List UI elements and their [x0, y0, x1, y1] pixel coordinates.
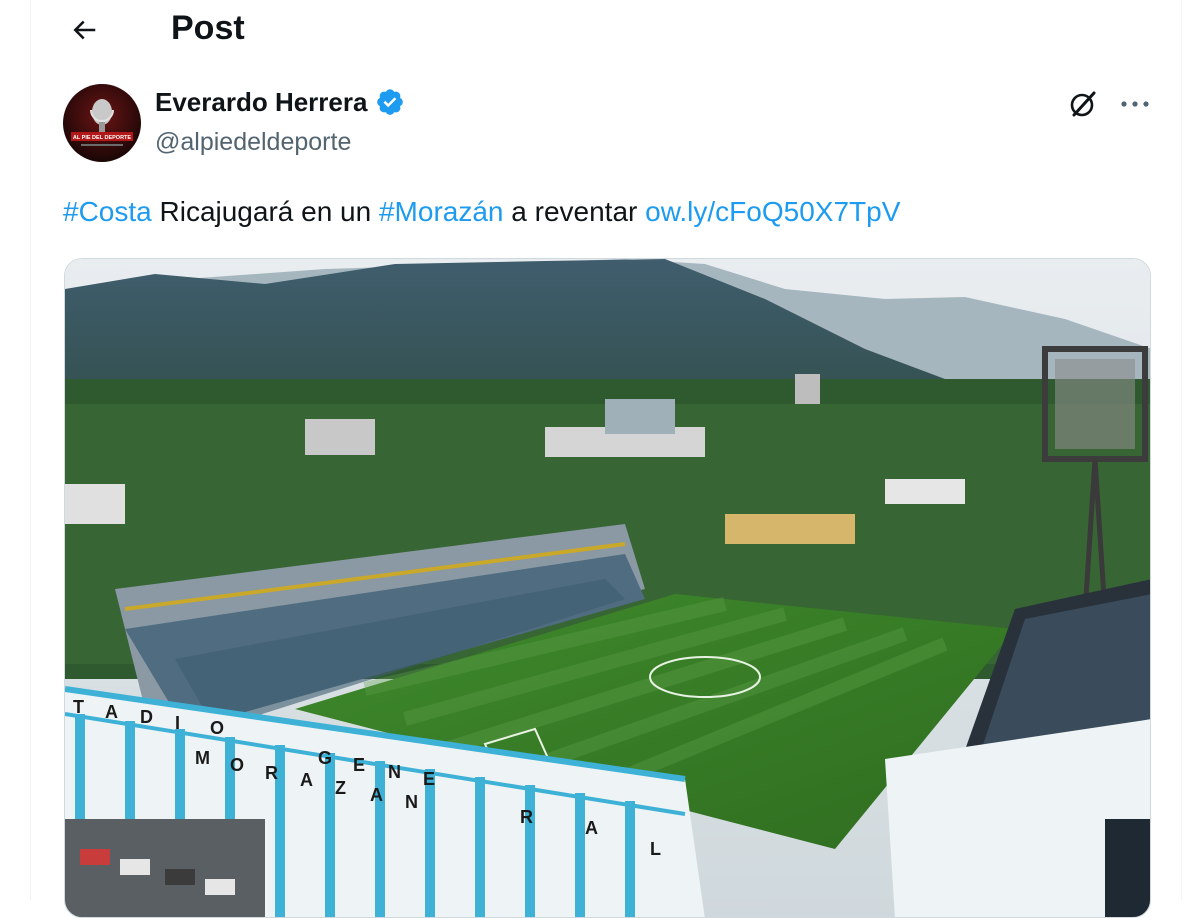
back-button[interactable] — [67, 13, 101, 47]
stadium-aerial-photo: T A D I O M O R A Z A N G E N E R A L — [65, 259, 1150, 917]
author-name-row: Everardo Herrera — [155, 86, 405, 118]
stadium-letter: R — [520, 807, 533, 827]
stadium-letter: N — [405, 792, 418, 812]
stadium-letter: M — [195, 748, 210, 768]
post-media-photo[interactable]: T A D I O M O R A Z A N G E N E R A L — [64, 258, 1151, 918]
stadium-letter: L — [650, 839, 661, 859]
post-link[interactable]: ow.ly/cFoQ50X7TpV — [645, 196, 900, 227]
page-title: Post — [171, 9, 245, 47]
grok-icon — [1070, 91, 1096, 117]
stadium-letter: O — [210, 718, 224, 738]
grok-button[interactable] — [1065, 86, 1101, 122]
avatar-image: AL PIE DEL DEPORTE — [63, 84, 141, 162]
avatar[interactable]: AL PIE DEL DEPORTE — [63, 84, 141, 162]
author-handle[interactable]: @alpiedeldeporte — [155, 126, 351, 158]
stadium-letter: E — [423, 769, 435, 789]
stadium-letter: A — [300, 770, 313, 790]
stadium-letter: R — [265, 763, 278, 783]
stadium-letter: A — [370, 785, 383, 805]
stadium-letter: E — [353, 755, 365, 775]
stadium-letter: Z — [335, 778, 346, 798]
post-header: Post — [31, 0, 1181, 58]
avatar-caption: AL PIE DEL DEPORTE — [73, 135, 132, 141]
post-text: #Costa Ricajugará en un #Morazán a reven… — [63, 192, 900, 232]
hashtag-costa[interactable]: #Costa — [63, 196, 152, 227]
arrow-left-icon — [73, 20, 96, 40]
stadium-letter: A — [105, 702, 118, 722]
stadium-letter: O — [230, 755, 244, 775]
post-detail-column: Post AL PIE DEL DEPORTE Everardo Herrera — [30, 0, 1182, 918]
post-text-segment: Ricajugará en un — [151, 196, 379, 227]
stadium-letter: D — [140, 707, 153, 727]
stadium-letter: N — [388, 762, 401, 782]
post-text-segment: a reventar — [503, 196, 646, 227]
more-dots-icon — [1121, 101, 1149, 107]
hashtag-morazan[interactable]: #Morazán — [379, 196, 504, 227]
stadium-letter: G — [318, 748, 332, 768]
more-options-button[interactable] — [1117, 88, 1153, 120]
stadium-letter: I — [175, 713, 180, 733]
stadium-letter: T — [73, 697, 84, 717]
verified-badge-icon — [377, 89, 404, 115]
stadium-letter: A — [585, 818, 598, 838]
author-name[interactable]: Everardo Herrera — [155, 86, 367, 118]
